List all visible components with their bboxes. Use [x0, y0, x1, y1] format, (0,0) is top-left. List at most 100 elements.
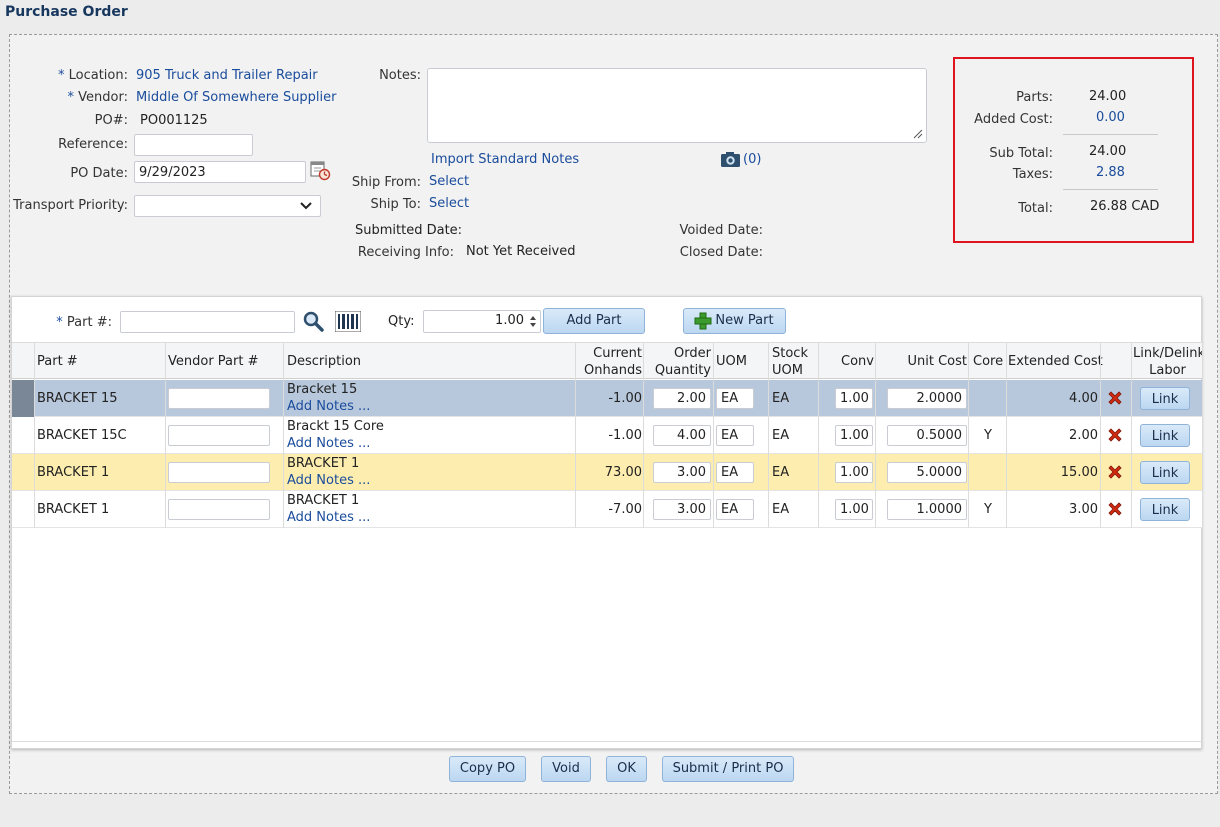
column-separator — [283, 342, 284, 528]
row-conv-input[interactable] — [835, 462, 873, 483]
qty-label: Qty: — [388, 314, 415, 329]
new-part-button[interactable]: New Part — [683, 308, 786, 334]
notes-textarea[interactable] — [427, 68, 927, 143]
po-date-input[interactable] — [134, 161, 306, 183]
row-vendor-part-input[interactable] — [168, 388, 270, 409]
row-uom-input[interactable] — [716, 499, 754, 520]
column-core[interactable]: Core — [973, 343, 1003, 380]
vendor-link[interactable]: Middle Of Somewhere Supplier — [136, 90, 337, 105]
column-conv[interactable]: Conv — [820, 343, 874, 380]
transport-priority-label: Transport Priority: — [13, 198, 128, 213]
parts-total-label: Parts: — [1016, 90, 1053, 105]
row-unit-cost-input[interactable] — [887, 462, 967, 483]
row-core — [973, 380, 1003, 417]
ship-to-select-link[interactable]: Select — [429, 196, 469, 211]
currency-code: CAD — [1131, 199, 1160, 214]
subtotal-label: Sub Total: — [989, 146, 1053, 161]
row-link-labor-button[interactable]: Link — [1140, 461, 1190, 484]
row-unit-cost-input[interactable] — [887, 499, 967, 520]
ship-from-select-link[interactable]: Select — [429, 174, 469, 189]
column-unit-cost[interactable]: Unit Cost — [878, 343, 968, 380]
row-order-quantity-input[interactable] — [653, 425, 711, 446]
taxes-link[interactable]: 2.88 — [1096, 165, 1125, 180]
add-part-button[interactable]: Add Part — [543, 308, 645, 334]
notes-label: Notes: — [379, 68, 421, 83]
row-vendor-part-input[interactable] — [168, 425, 270, 446]
row-selector[interactable] — [12, 380, 34, 417]
row-order-quantity-input[interactable] — [653, 499, 711, 520]
calendar-clock-icon[interactable] — [309, 159, 331, 181]
page-title: Purchase Order — [5, 4, 128, 20]
column-separator — [643, 342, 644, 528]
column-part-number[interactable]: Part # — [37, 343, 78, 380]
table-row[interactable]: BRACKET 15 Bracket 15Add Notes ... -1.00 EA… — [12, 380, 1202, 417]
vendor-label: * Vendor: — [67, 90, 128, 105]
resize-grip-icon[interactable] — [913, 129, 923, 139]
attachments-count[interactable]: (0) — [743, 152, 761, 167]
delete-icon[interactable] — [1106, 389, 1124, 407]
row-add-notes-link[interactable]: Add Notes ... — [287, 509, 370, 526]
row-unit-cost-input[interactable] — [887, 425, 967, 446]
row-add-notes-link[interactable]: Add Notes ... — [287, 435, 384, 452]
parts-table-header: Part # Vendor Part # Description Current… — [12, 342, 1202, 379]
copy-po-button[interactable]: Copy PO — [449, 756, 526, 782]
table-row[interactable]: BRACKET 15C Brackt 15 Core Add Notes ... -1… — [12, 417, 1202, 454]
row-add-notes-link[interactable]: Add Notes ... — [287, 398, 370, 415]
row-order-quantity-input[interactable] — [653, 388, 711, 409]
submit-print-po-button[interactable]: Submit / Print PO — [662, 756, 794, 782]
column-separator — [818, 342, 819, 528]
qty-stepper[interactable]: 1.00 — [423, 310, 541, 333]
column-current-onhands[interactable]: Current Onhands — [576, 343, 642, 380]
row-conv-input[interactable] — [835, 388, 873, 409]
transport-priority-select[interactable] — [134, 195, 321, 217]
column-order-quantity[interactable]: Order Quantity — [644, 343, 711, 380]
plus-icon — [694, 312, 712, 330]
qty-value: 1.00 — [495, 313, 524, 328]
table-row[interactable]: BRACKET 1BRACKET 1Add Notes ...-7.00EAY3… — [12, 491, 1202, 528]
row-core: Y — [984, 502, 992, 517]
import-standard-notes-link[interactable]: Import Standard Notes — [431, 152, 579, 167]
column-stock-uom[interactable]: Stock UOM — [772, 343, 808, 380]
void-button[interactable]: Void — [541, 756, 591, 782]
row-vendor-part-input[interactable] — [168, 462, 270, 483]
delete-icon[interactable] — [1106, 463, 1124, 481]
search-icon[interactable] — [302, 310, 324, 332]
column-separator — [713, 342, 714, 528]
row-uom-input[interactable] — [716, 425, 754, 446]
row-add-notes-link[interactable]: Add Notes ... — [287, 472, 370, 489]
row-stock-uom: EA — [772, 465, 790, 480]
location-label: * Location: — [57, 68, 128, 83]
row-uom-input[interactable] — [716, 388, 754, 409]
delete-icon[interactable] — [1106, 500, 1124, 518]
row-link-labor-button[interactable]: Link — [1140, 387, 1190, 410]
column-separator — [1131, 342, 1132, 528]
row-extended-cost: 3.00 — [1069, 502, 1098, 517]
row-order-quantity-input[interactable] — [653, 462, 711, 483]
part-number-input[interactable] — [120, 311, 295, 333]
reference-input[interactable] — [134, 134, 253, 156]
row-stock-uom: EA — [772, 428, 790, 443]
column-link-delink-labor[interactable]: Link/Delink Labor — [1133, 343, 1202, 380]
closed-date-label: Closed Date: — [679, 245, 763, 260]
delete-icon[interactable] — [1106, 426, 1124, 444]
barcode-icon[interactable] — [335, 311, 361, 332]
parts-grid-panel: * Part #: Qty: 1.00 Add Part New Part Pa… — [11, 296, 1202, 749]
row-vendor-part-input[interactable] — [168, 499, 270, 520]
location-link[interactable]: 905 Truck and Trailer Repair — [136, 68, 318, 83]
column-vendor-part-number[interactable]: Vendor Part # — [168, 343, 259, 380]
spinner-arrows-icon[interactable] — [528, 313, 538, 330]
camera-icon[interactable] — [720, 151, 741, 168]
row-unit-cost-input[interactable] — [887, 388, 967, 409]
row-conv-input[interactable] — [835, 425, 873, 446]
ok-button[interactable]: OK — [606, 756, 647, 782]
column-description[interactable]: Description — [287, 343, 361, 380]
column-uom[interactable]: UOM — [716, 343, 747, 380]
row-conv-input[interactable] — [835, 499, 873, 520]
row-link-labor-button[interactable]: Link — [1140, 498, 1190, 521]
row-uom-input[interactable] — [716, 462, 754, 483]
table-row[interactable]: BRACKET 1BRACKET 1Add Notes ...73.00EA15… — [12, 454, 1202, 491]
row-description: BRACKET 1 — [287, 493, 360, 508]
column-extended-cost[interactable]: Extended Cost — [1008, 343, 1103, 380]
added-cost-link[interactable]: 0.00 — [1096, 110, 1125, 125]
row-link-labor-button[interactable]: Link — [1140, 424, 1190, 447]
